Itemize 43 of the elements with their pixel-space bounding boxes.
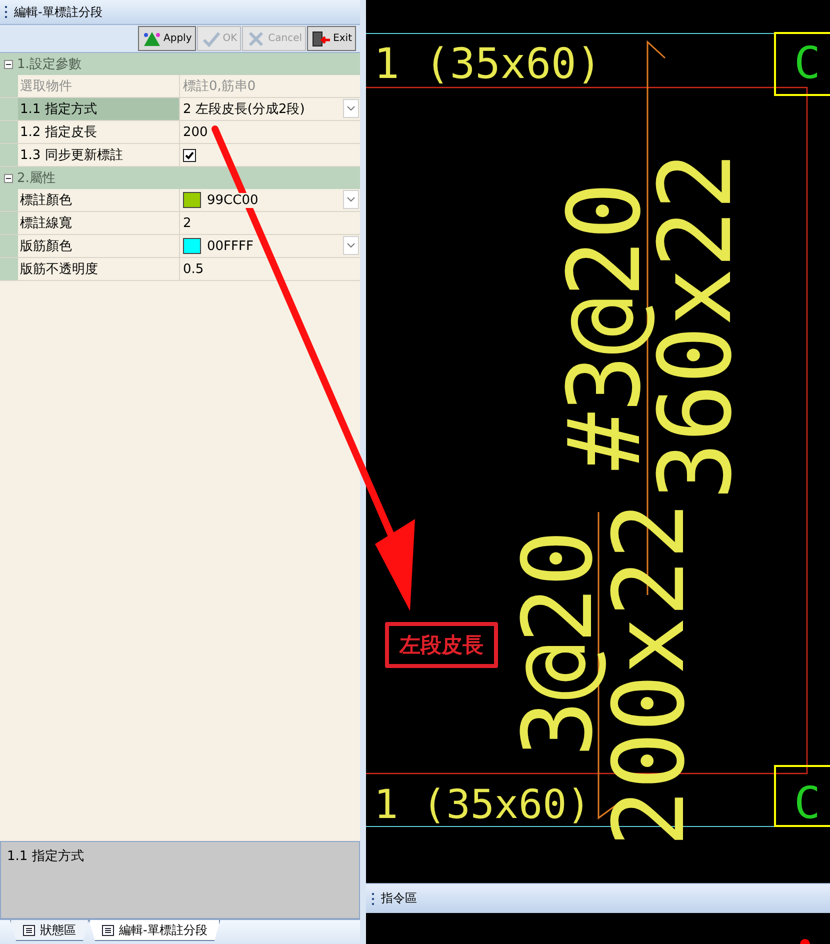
grip-icon [371,892,375,906]
grip-icon [4,5,8,19]
property-value[interactable]: 2 左段皮長(分成2段) [183,100,305,118]
panel-title: 編輯-單標註分段 [14,4,102,20]
list-icon [23,924,35,936]
property-label[interactable]: 版筋顏色 [18,235,180,257]
dropdown-button[interactable] [343,99,359,118]
property-label[interactable]: 標註顏色 [18,189,180,211]
property-label[interactable]: 1.3 同步更新標註 [18,144,180,166]
dropdown-button[interactable] [343,236,359,255]
category-label: 2.屬性 [16,170,56,187]
apply-button[interactable]: Apply [138,26,196,51]
drawing-label: C [794,38,820,89]
drawing-label: 1 (35x60) [374,39,602,88]
drawing-label: 1 (35x60) [374,782,591,828]
checkbox[interactable] [183,148,196,162]
property-label[interactable]: 標註線寬 [18,212,180,234]
chevron-down-icon [347,197,355,202]
door-arrow-icon [311,30,332,48]
property-value[interactable]: 200 [183,124,208,140]
property-value[interactable]: 2 [183,216,192,230]
tab[interactable]: 編輯-單標註分段 [89,920,220,941]
tab[interactable]: 狀態區 [10,920,89,941]
property-label[interactable]: 1.1 指定方式 [18,98,180,120]
check-icon [200,30,221,48]
property-value[interactable]: 99CC00 [207,192,258,208]
dropdown-button[interactable] [343,190,359,209]
chevron-down-icon [347,243,355,248]
exit-button[interactable]: Exit [307,26,356,51]
property-value[interactable]: 00FFFF [207,238,254,254]
category-label: 1.設定參數 [16,56,82,73]
drawing-label: C [794,778,820,829]
collapse-icon[interactable] [4,60,13,68]
annotation-label: 左段皮長 [385,622,498,668]
property-label[interactable]: 1.2 指定皮長 [18,121,180,143]
property-value[interactable]: 0.5 [183,262,204,276]
command-area-title: 指令區 [381,890,417,907]
description-text: 1.1 指定方式 [7,849,84,864]
property-label[interactable]: 版筋不透明度 [18,258,180,280]
collapse-icon[interactable] [4,174,13,182]
triangle-icon [142,30,162,48]
chevron-down-icon [347,106,355,111]
list-icon [102,924,114,936]
